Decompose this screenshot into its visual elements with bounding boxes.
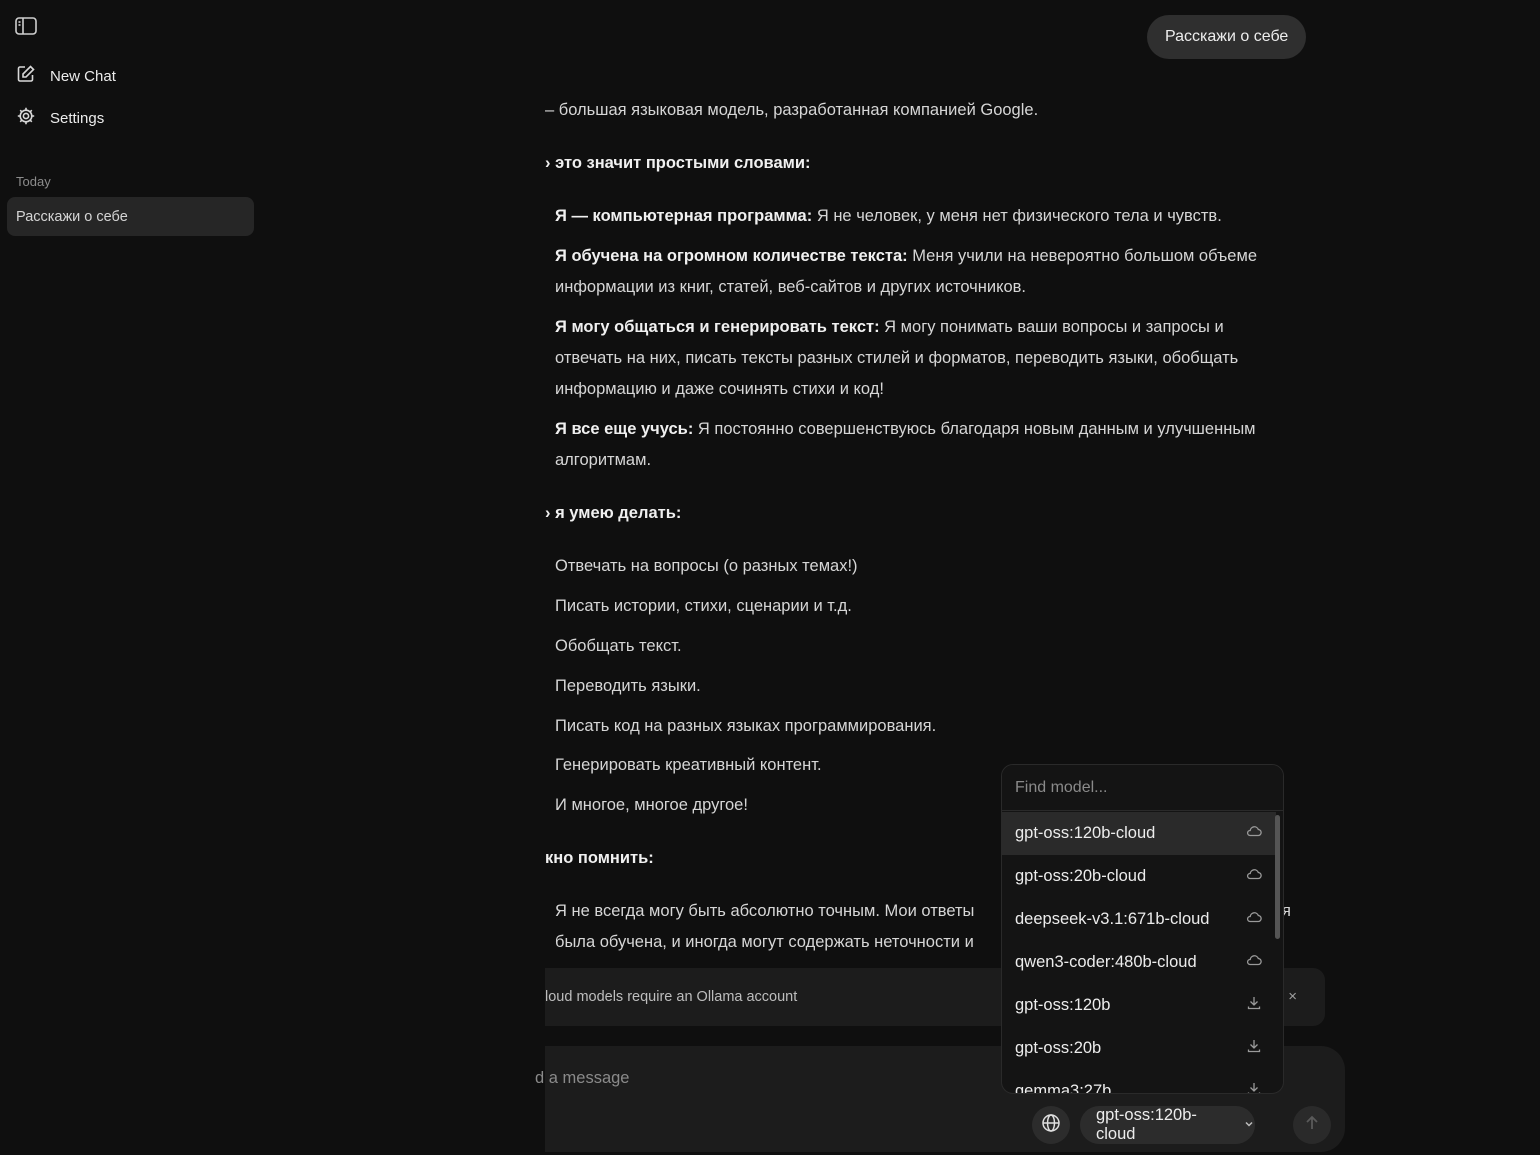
download-icon [1245,994,1263,1017]
message-note: Я не всегда могу быть абсолютно точным. … [555,902,975,920]
list-item: И многое, многое другое! [555,796,748,814]
new-chat-label: New Chat [50,67,116,85]
list-item: Генерировать креативный контент. [555,756,822,774]
section-label-today: Today [16,174,51,189]
message-point: Я могу общаться и генерировать текст: Я … [555,318,1239,398]
message-note: была обучена, и иногда могут содержать н… [555,933,974,951]
list-item: Писать код на разных языках программиров… [555,717,937,735]
close-icon[interactable]: × [1288,988,1297,1005]
message-point: Я обучена на огромном количестве текста:… [555,247,1258,296]
message-heading: › это значит простыми словами: [545,154,811,172]
model-option[interactable]: gemma3:27b [1002,1070,1276,1093]
list-item: Обобщать текст. [555,637,682,655]
message-input[interactable] [535,1064,975,1092]
list-item: Переводить языки. [555,677,701,695]
list-item: Писать истории, стихи, сценарии и т.д. [555,597,852,615]
model-option[interactable]: gpt-oss:20b-cloud [1002,855,1276,898]
model-option[interactable]: gpt-oss:20b [1002,1027,1276,1070]
cloud-icon [1245,865,1263,888]
send-button[interactable] [1293,1106,1331,1144]
chat-history-item[interactable]: Расскажи о себе [7,197,254,236]
banner-text: loud models require an Ollama account [545,989,798,1005]
model-selector[interactable]: gpt-oss:120b-cloud [1080,1106,1255,1144]
cloud-icon [1245,908,1263,931]
model-selector-label: gpt-oss:120b-cloud [1096,1106,1197,1143]
cloud-icon [1245,822,1263,845]
find-model-input[interactable] [1002,765,1283,811]
message-heading: кно помнить: [545,849,654,867]
arrow-up-icon [1303,1114,1321,1137]
gear-icon [16,106,36,130]
model-option[interactable]: deepseek-v3.1:671b-cloud [1002,898,1276,941]
sidebar-toggle-icon[interactable] [14,15,38,37]
dropdown-scrollbar[interactable] [1275,815,1280,939]
cloud-icon [1245,951,1263,974]
globe-icon [1041,1113,1061,1138]
web-search-button[interactable] [1032,1106,1070,1144]
settings-button[interactable]: Settings [16,106,104,130]
sidebar: New Chat Settings Today Расскажи о себе [0,0,262,1155]
compose-icon [16,64,36,88]
message-heading: › я умею делать: [545,504,682,522]
model-option[interactable]: qwen3-coder:480b-cloud [1002,941,1276,984]
list-item: Отвечать на вопросы (о разных темах!) [555,557,858,575]
model-option[interactable]: gpt-oss:120b-cloud [1002,812,1276,855]
settings-label: Settings [50,109,105,127]
model-dropdown: gpt-oss:120b-cloud gpt-oss:20b-cloud dee… [1001,764,1284,1094]
message-point: Я все еще учусь: Я постоянно совершенств… [555,420,1256,469]
message-intro: – большая языковая модель, разработанная… [545,101,1039,119]
download-icon [1245,1080,1263,1093]
message-point: Я — компьютерная программа: Я не человек… [555,207,1222,225]
chevron-down-icon [1243,1116,1255,1135]
new-chat-button[interactable]: New Chat [16,64,116,88]
model-option[interactable]: gpt-oss:120b [1002,984,1276,1027]
model-list: gpt-oss:120b-cloud gpt-oss:20b-cloud dee… [1002,812,1276,1093]
download-icon [1245,1037,1263,1060]
